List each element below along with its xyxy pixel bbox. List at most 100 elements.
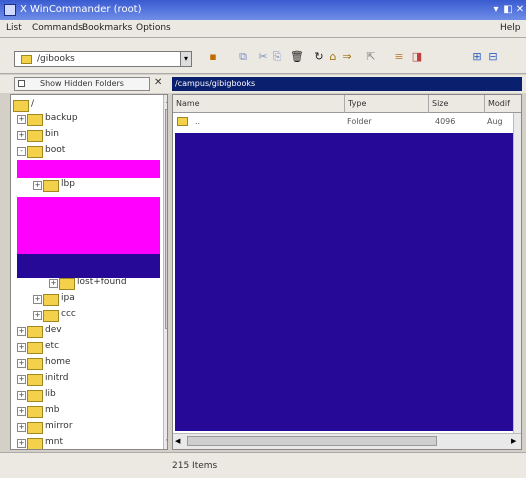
folder-icon <box>27 146 43 158</box>
tree-item-mirror[interactable]: + mirror <box>11 419 161 435</box>
tree-scrollbar[interactable]: ▲ ▼ <box>163 95 167 449</box>
combo-dropdown-arrow[interactable]: ▾ <box>180 51 192 67</box>
row-name: .. <box>195 117 201 126</box>
tree-item-label: boot <box>45 145 66 155</box>
tree-item-etc[interactable]: + etc <box>11 339 161 355</box>
tree-item-dev[interactable]: + dev <box>11 323 161 339</box>
expand-icon[interactable]: + <box>17 131 26 140</box>
folder-icon <box>27 358 43 370</box>
show-hidden-checkbox[interactable] <box>18 80 25 87</box>
collapse-icon[interactable]: - <box>17 147 26 156</box>
cut-icon[interactable]: ✂ <box>256 50 270 64</box>
list-view-icon[interactable]: ≡ <box>392 50 406 64</box>
forward-icon[interactable]: ⇒ <box>340 50 354 64</box>
tree-item-label: home <box>45 357 71 367</box>
icon-view-icon[interactable]: ⊞ <box>470 50 484 64</box>
show-hidden-folders-button[interactable]: Show Hidden Folders <box>14 77 150 91</box>
tree-item-label: lost+found <box>77 277 127 287</box>
refresh-icon[interactable]: ↻ <box>312 50 326 64</box>
item-count: 215 Items <box>172 461 218 471</box>
menu-help[interactable]: Help <box>500 23 521 33</box>
tree-item-label: backup <box>45 113 78 123</box>
close-tree-icon[interactable]: ✕ <box>154 77 162 88</box>
up-icon[interactable]: ⇱ <box>364 50 378 64</box>
folder-icon <box>27 438 43 449</box>
show-hidden-folders-label: Show Hidden Folders <box>40 79 124 88</box>
folder-icon <box>27 406 43 418</box>
expand-icon[interactable]: + <box>49 279 58 288</box>
scroll-right-icon[interactable]: ▶ <box>511 437 516 445</box>
tree-item-label: mirror <box>45 421 73 431</box>
menu-list[interactable]: List <box>6 23 22 33</box>
detail-view-icon[interactable]: ◨ <box>410 50 424 64</box>
tree-item-label: lbp <box>61 179 75 189</box>
column-modified[interactable]: Modif <box>485 95 521 113</box>
tree-item-home[interactable]: + home <box>11 355 161 371</box>
column-size[interactable]: Size <box>429 95 485 113</box>
list-scroll-thumb[interactable] <box>187 436 437 446</box>
folder-icon <box>27 114 43 126</box>
expand-icon[interactable]: + <box>33 311 42 320</box>
list-horizontal-scrollbar[interactable]: ◀ ▶ <box>173 433 521 449</box>
tree-item-mnt[interactable]: + mnt <box>11 435 161 449</box>
file-list-selection-block[interactable] <box>175 133 513 431</box>
tree-item-backup[interactable]: + backup <box>11 111 161 127</box>
path-combo-value: /gibooks <box>37 54 75 64</box>
folder-icon <box>27 374 43 386</box>
tree-item-label: bin <box>45 129 59 139</box>
maximize-button[interactable]: ◧ <box>502 4 514 16</box>
menu-commands[interactable]: Commands <box>32 23 83 33</box>
tree-item-ccc[interactable]: + ccc <box>11 307 161 323</box>
tree-item-mb[interactable]: + mb <box>11 403 161 419</box>
folder-icon <box>59 278 75 290</box>
tree-item-label: mnt <box>45 437 63 447</box>
expand-icon[interactable]: + <box>17 407 26 416</box>
close-window-button[interactable]: ✕ <box>514 4 526 16</box>
expand-icon[interactable]: + <box>17 391 26 400</box>
menu-bookmarks[interactable]: Bookmarks <box>82 23 132 33</box>
column-name[interactable]: Name <box>173 95 345 113</box>
scroll-up-icon[interactable]: ▲ <box>164 95 167 105</box>
row-type: Folder <box>347 117 372 126</box>
folder-icon <box>43 294 59 306</box>
delete-icon[interactable]: 🗑 <box>290 50 304 64</box>
list-row-parent[interactable]: .. Folder 4096 Aug <box>173 115 521 129</box>
expand-icon[interactable]: + <box>17 115 26 124</box>
minimize-button[interactable]: ▾ <box>490 4 502 16</box>
menu-options[interactable]: Options <box>136 23 171 33</box>
expand-icon[interactable]: + <box>17 423 26 432</box>
tree-item-label: / <box>31 99 35 109</box>
tree-item-boot[interactable]: - boot <box>11 143 161 159</box>
tree-item-lost-found[interactable]: + lost+found <box>11 275 161 291</box>
list-header: Name Type Size Modif <box>173 95 521 113</box>
scroll-left-icon[interactable]: ◀ <box>175 437 180 445</box>
scroll-down-icon[interactable]: ▼ <box>164 437 167 447</box>
column-type[interactable]: Type <box>345 95 429 113</box>
tree-item-lib[interactable]: + lib <box>11 387 161 403</box>
expand-icon[interactable]: + <box>17 327 26 336</box>
expand-icon[interactable]: + <box>17 439 26 448</box>
paste-icon[interactable]: ⎘ <box>270 50 284 64</box>
list-vertical-scrollbar[interactable] <box>513 113 521 433</box>
home-icon[interactable]: ⌂ <box>326 50 340 64</box>
row-modified: Aug <box>487 117 503 126</box>
selected-tree-item-highlight[interactable] <box>17 160 160 178</box>
tree-item-initrd[interactable]: + initrd <box>11 371 161 387</box>
expand-icon[interactable]: + <box>33 295 42 304</box>
expand-icon[interactable]: + <box>17 359 26 368</box>
app-icon <box>4 4 16 16</box>
copy-icon[interactable]: ⧉ <box>236 50 250 64</box>
tree-item-lbp[interactable]: + lbp <box>11 177 161 193</box>
tree-item-bin[interactable]: + bin <box>11 127 161 143</box>
view-icon[interactable]: ▪ <box>206 50 220 64</box>
tree-item-label: ccc <box>61 309 76 319</box>
expand-icon[interactable]: + <box>33 181 42 190</box>
grid-view-icon[interactable]: ⊟ <box>486 50 500 64</box>
path-combo[interactable]: /gibooks <box>14 51 192 67</box>
expand-icon[interactable]: + <box>17 343 26 352</box>
tree-item-ipa[interactable]: + ipa <box>11 291 161 307</box>
tree-scroll-thumb[interactable] <box>165 109 167 329</box>
expand-icon[interactable]: + <box>17 375 26 384</box>
current-path-bar: /campus/gibigbooks <box>172 77 522 91</box>
status-bar: 215 Items <box>0 452 526 478</box>
